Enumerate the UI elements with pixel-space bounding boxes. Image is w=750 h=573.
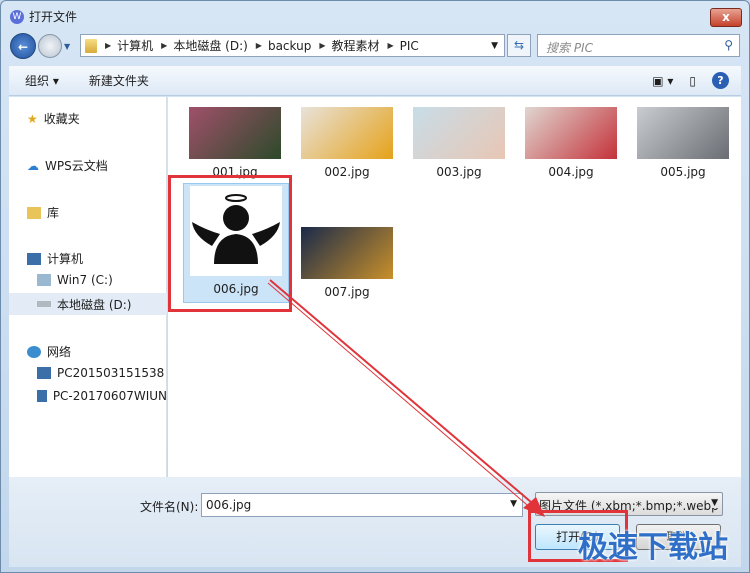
annotation-arrow — [267, 279, 545, 517]
watermark: 极速下载站 — [578, 530, 728, 565]
